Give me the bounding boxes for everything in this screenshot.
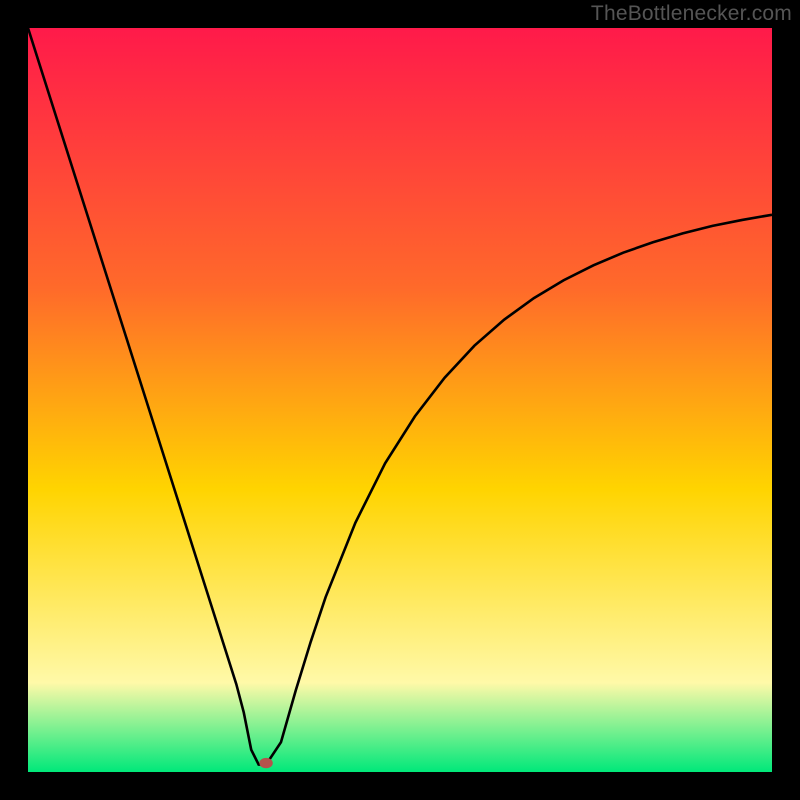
bottleneck-plot [28,28,772,772]
optimal-point-marker [259,758,272,768]
watermark-text: TheBottlenecker.com [591,2,792,26]
gradient-background [28,28,772,772]
chart-frame: TheBottlenecker.com [0,0,800,800]
